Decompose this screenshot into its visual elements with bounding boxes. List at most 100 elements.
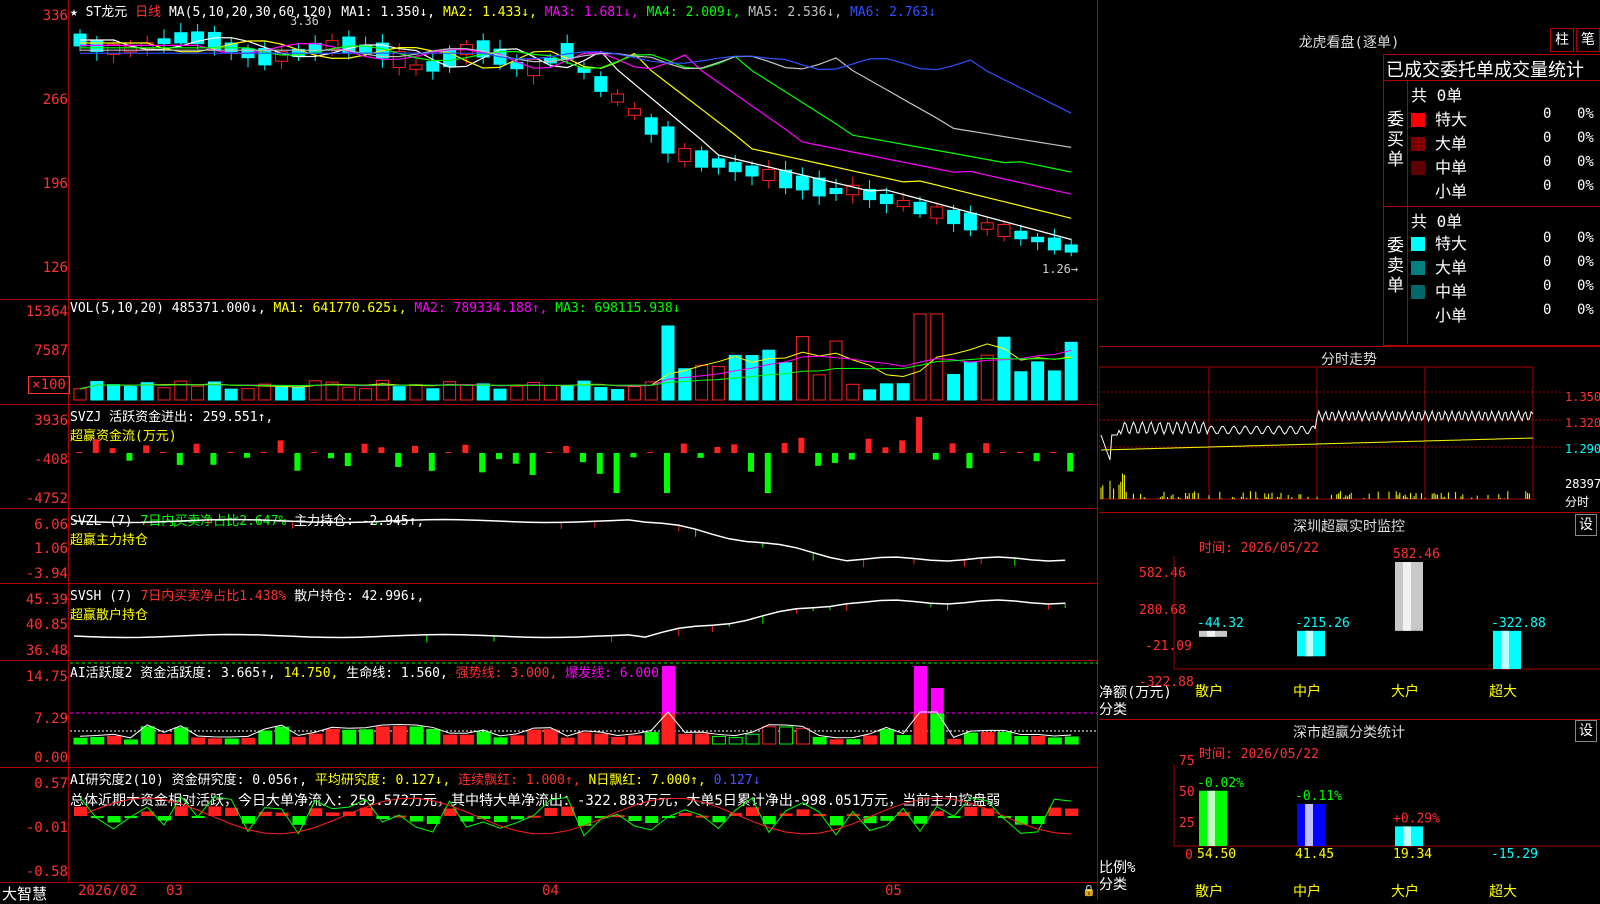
activity-bar [342,729,357,745]
activity-bar [527,729,542,745]
svzl-panel[interactable]: SVZL (7) 7日内买卖净占比2.647% 主力持仓: -2.945↑, 超… [0,508,1098,584]
stats-bar-chart[interactable]: 54.50 -0.02% 散户 41.45 -0.11% 中户 19.34 +0.29% 大户 -… [1099,0,1600,900]
activity-bar [443,734,458,745]
activity-burst-bar [930,688,944,714]
volume-bar [174,380,188,401]
research-bar [846,813,860,816]
research-bar [762,816,776,825]
volume-bar [510,385,524,401]
flow-bar [546,452,553,453]
volume-bar [1014,371,1028,401]
kline-chart[interactable] [0,0,1098,299]
flow-bar [193,443,200,453]
candle [661,126,675,154]
flow-bar [1033,453,1040,462]
date-label: 05 [885,883,902,899]
flow-bar [714,446,721,453]
svsh-chart[interactable] [0,584,1098,661]
research-bar [813,813,827,816]
volume-bar [409,383,423,401]
activity-bar [224,738,239,745]
volume-bar [963,361,977,401]
research-bar [208,806,222,816]
activity-bar [140,726,155,745]
volume-bar [947,373,961,401]
research-bar [544,807,558,816]
volume-bar [291,386,305,401]
candle [795,175,809,191]
research-bar [494,816,507,823]
ma-line [80,51,1072,114]
bar-value-label: 41.45 [1295,847,1334,862]
ai-activity-chart[interactable] [0,661,1098,768]
activity-bar [695,733,710,745]
activity-bar [1014,736,1029,745]
svzl-chart[interactable] [0,509,1098,584]
flow-bar [277,440,284,453]
candle [678,148,692,162]
research-bar [410,816,423,822]
activity-bar [123,739,138,745]
activity-bar [459,734,474,745]
activity-bar [846,739,861,745]
flow-bar [798,437,805,453]
flow-bar [210,453,217,465]
activity-bar [795,727,810,745]
category-label: 中户 [1293,883,1321,900]
research-bar [510,816,524,820]
category-label: 散户 [1195,883,1223,900]
flow-bar [294,453,301,471]
flow-bar [580,453,586,463]
research-bar [678,812,692,816]
flow-bar [916,417,922,453]
flow-bar [630,453,637,458]
flow-bar [176,453,183,465]
ai-research-panel[interactable]: AI研究度2(10) 资金研究度: 0.056↑, 平均研究度: 0.127↓,… [0,767,1098,883]
svzj-chart[interactable] [0,405,1098,509]
candle [963,212,977,231]
activity-bar [594,733,609,745]
hold-line [73,599,1066,639]
activity-bar [997,731,1012,745]
ai-activity-panel[interactable]: AI活跃度2 资金活跃度: 3.665↑, 14.750, 生命线: 1.560… [0,660,1098,768]
volume-panel[interactable]: VOL(5,10,20) 485371.000↓, MA1: 641770.62… [0,299,1098,405]
bar-change-label: -0.11% [1295,789,1342,804]
research-bar [645,816,659,824]
volume-chart[interactable] [0,300,1098,405]
volume-bar [980,354,994,401]
activity-bar [207,738,222,745]
hold-line [73,518,1066,562]
activity-bar [359,729,374,745]
activity-bar [258,730,273,745]
volume-bar [594,387,608,401]
activity-bar [1047,737,1062,745]
flow-bar [126,453,133,461]
ai-research-chart[interactable] [0,768,1098,883]
flow-bar [361,443,368,453]
kline-panel[interactable]: ★ ST龙元 日线 MA(5,10,20,30,60,120) MA1: 1.3… [0,0,1098,299]
volume-bar [678,368,692,401]
volume-bar [359,388,373,401]
candle [695,150,709,168]
lock-icon[interactable]: 🔒 [1082,884,1096,897]
svsh-panel[interactable]: SVSH (7) 7日内买卖净占比1.438% 散户持仓: 42.996↓, 超… [0,583,1098,661]
research-bar [174,806,188,816]
svzj-panel[interactable]: SVZJ 活跃资金进出: 259.551↑, 超赢资金流(万元) 3936 -4… [0,404,1098,509]
research-bar [90,816,104,818]
candle [1014,230,1028,240]
flow-bar [428,453,435,471]
activity-bar [157,733,172,745]
candle [728,161,742,173]
flow-bar [378,447,385,453]
flow-bar [613,453,620,493]
high-mark: 3.36 [290,14,319,28]
volume-bar [661,325,675,401]
research-bar [275,812,289,816]
research-bar [1048,807,1062,816]
research-bar [74,806,87,816]
candle [174,32,188,44]
flow-bar [781,443,788,453]
activity-bar [930,713,945,745]
activity-bar [779,726,794,745]
bar-value-label: 54.50 [1197,847,1236,862]
